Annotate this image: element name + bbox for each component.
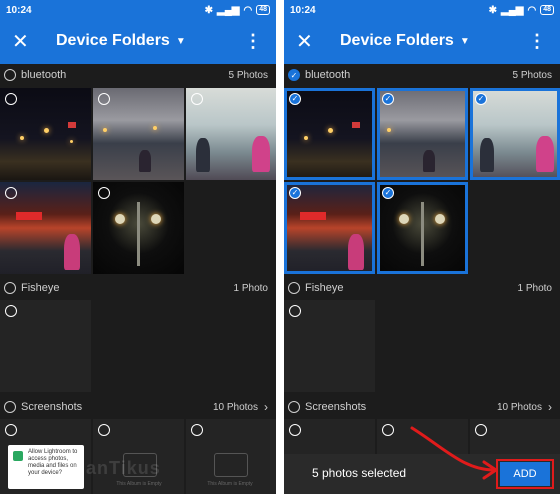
person-deco — [139, 150, 151, 172]
photo-tile[interactable]: This Album is Empty — [93, 419, 184, 494]
sign-deco — [16, 212, 42, 220]
wifi-icon: ◠ — [243, 4, 253, 16]
select-circle[interactable] — [5, 305, 17, 317]
page-title: Device Folders — [56, 32, 170, 49]
bluetooth-icon: ✱ — [204, 4, 213, 16]
person-deco — [196, 138, 210, 172]
placeholder-text: This Album is Empty — [116, 481, 162, 487]
select-circle[interactable] — [5, 424, 17, 436]
select-circle[interactable] — [5, 93, 17, 105]
photo-tile[interactable] — [93, 88, 184, 180]
status-icons: ✱ ▂▄▆ ◠ 48 — [205, 5, 270, 16]
section-count: 5 Photos — [228, 69, 268, 81]
select-circle[interactable] — [191, 424, 203, 436]
photo-tile[interactable]: This Album is Empty — [186, 419, 276, 494]
app-icon — [13, 451, 23, 461]
pole-deco — [137, 202, 140, 266]
lamp-deco — [151, 214, 161, 224]
toolbar: ✕ Device Folders ▼ ⋮ — [0, 20, 276, 64]
photo-tile[interactable] — [0, 300, 91, 392]
signal-icon: ▂▄▆ — [217, 4, 240, 16]
section-name: bluetooth — [21, 69, 67, 81]
placeholder-text: This Album is Empty — [207, 481, 253, 487]
section-count: 1 Photo — [233, 282, 268, 294]
status-bar: 10:24 ✱ ▂▄▆ ◠ 48 — [0, 0, 276, 20]
annotation-arrow — [410, 426, 498, 480]
select-circle[interactable] — [191, 93, 203, 105]
chevron-right-icon[interactable]: › — [264, 400, 268, 414]
person-deco — [64, 234, 80, 270]
sign-deco — [68, 122, 76, 128]
light-deco — [20, 136, 24, 140]
section-name: Screenshots — [21, 401, 83, 413]
section-header-screenshots[interactable]: Screenshots 10 Photos › — [0, 396, 276, 418]
section-name: Fisheye — [21, 282, 60, 294]
select-circle[interactable] — [5, 187, 17, 199]
status-time: 10:24 — [6, 4, 32, 16]
select-circle[interactable] — [98, 93, 110, 105]
select-all-toggle[interactable] — [4, 69, 16, 81]
more-vertical-icon[interactable]: ⋮ — [244, 31, 262, 51]
image-placeholder-icon — [214, 453, 248, 477]
select-circle[interactable] — [98, 424, 110, 436]
photo-tile[interactable] — [0, 88, 91, 180]
folder-dropdown[interactable]: Device Folders ▼ — [56, 32, 186, 50]
watermark: JalanTikus — [58, 458, 161, 478]
left-screen: 10:24 ✱ ▂▄▆ ◠ 48 ✕ Device Folders ▼ ⋮ bl… — [0, 0, 276, 494]
section-header-bluetooth[interactable]: bluetooth 5 Photos — [0, 64, 276, 86]
light-deco — [70, 140, 73, 143]
photo-tile[interactable] — [186, 88, 276, 180]
light-deco — [103, 128, 107, 132]
select-circle[interactable] — [98, 187, 110, 199]
select-all-toggle[interactable] — [4, 282, 16, 294]
lamp-deco — [115, 214, 125, 224]
photo-tile[interactable]: Allow Lightroom to access photos, media … — [0, 419, 91, 494]
light-deco — [153, 126, 157, 130]
section-header-fisheye[interactable]: Fisheye 1 Photo — [0, 277, 276, 299]
battery-icon: 48 — [256, 5, 270, 15]
photo-tile[interactable] — [0, 182, 91, 274]
person-deco — [252, 136, 270, 172]
select-all-toggle[interactable] — [4, 401, 16, 413]
photo-tile[interactable] — [93, 182, 184, 274]
section-count: 10 Photos — [212, 401, 258, 413]
light-deco — [44, 128, 49, 133]
right-screen: 10:24 ✱ ▂▄▆ ◠ 48 ✕ Device Folders ▼ ⋮ ✓ … — [284, 0, 560, 494]
dropdown-caret-icon: ▼ — [175, 35, 186, 47]
close-icon[interactable]: ✕ — [12, 31, 29, 53]
